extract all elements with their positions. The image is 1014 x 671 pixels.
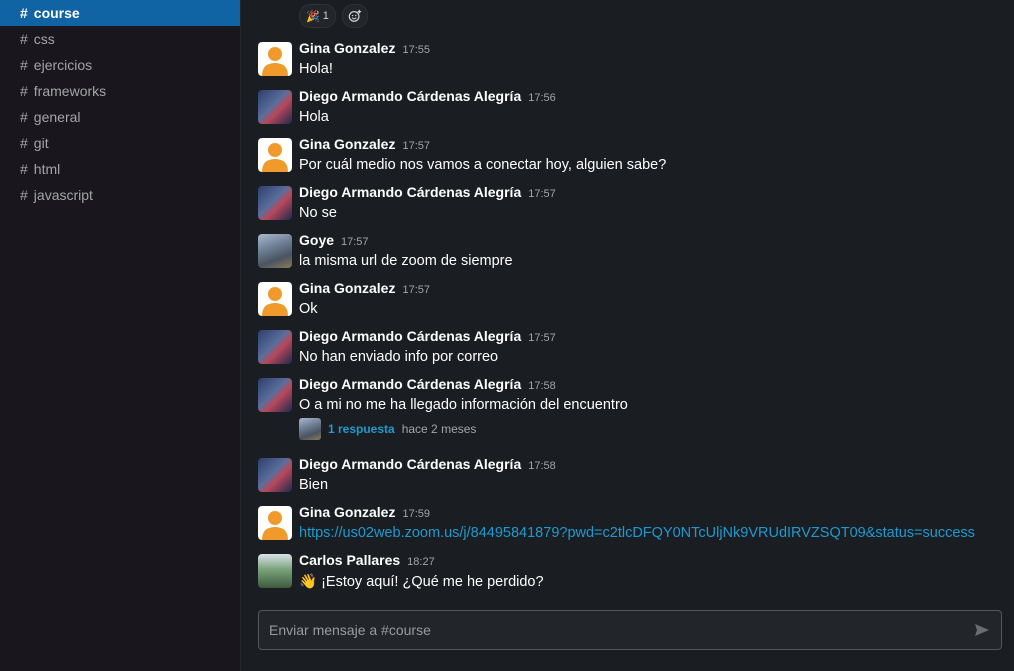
message-text-body: ¡Estoy aquí! ¿Qué me he perdido? (321, 574, 544, 590)
message-composer (258, 610, 1002, 650)
message-text: Hola! (299, 61, 333, 77)
thread-replies-link[interactable]: 1 respuesta hace 2 meses (299, 418, 476, 440)
reaction-bar: 🎉 1 (299, 4, 368, 28)
message-timestamp[interactable]: 17:57 (528, 332, 556, 344)
avatar[interactable] (258, 458, 292, 492)
sidebar-channel-css[interactable]: # css (0, 26, 240, 52)
thread-reply-avatar (299, 418, 321, 440)
avatar[interactable] (258, 378, 292, 412)
sidebar-channel-javascript[interactable]: # javascript (0, 182, 240, 208)
party-popper-icon: 🎉 (306, 10, 320, 23)
channel-label: course (33, 5, 80, 21)
message-author[interactable]: Gina Gonzalez (299, 40, 395, 56)
message-text: Hola (299, 109, 329, 125)
message-author[interactable]: Diego Armando Cárdenas Alegría (299, 184, 521, 200)
avatar[interactable] (258, 506, 292, 540)
message-timestamp[interactable]: 18:27 (407, 556, 435, 568)
default-user-icon (262, 287, 288, 316)
avatar[interactable] (258, 554, 292, 588)
avatar[interactable] (258, 330, 292, 364)
message-author[interactable]: Goye (299, 232, 334, 248)
channel-label: ejercicios (33, 57, 93, 73)
message-author[interactable]: Gina Gonzalez (299, 136, 395, 152)
message-pane: 🎉 1 Gina Gonzalez 17:55 Hola! Diego Arman… (241, 0, 1014, 671)
message-author[interactable]: Diego Armando Cárdenas Alegría (299, 456, 521, 472)
sidebar-channel-course[interactable]: # course (0, 0, 240, 26)
sidebar-channel-frameworks[interactable]: # frameworks (0, 78, 240, 104)
message-timestamp[interactable]: 17:56 (528, 92, 556, 104)
message-author[interactable]: Diego Armando Cárdenas Alegría (299, 88, 521, 104)
channel-label: css (33, 31, 55, 47)
hash-icon: # (20, 109, 28, 125)
avatar[interactable] (258, 282, 292, 316)
hash-icon: # (20, 5, 28, 21)
message-timestamp[interactable]: 17:57 (341, 236, 369, 248)
message-author[interactable]: Diego Armando Cárdenas Alegría (299, 328, 521, 344)
default-user-icon (262, 511, 288, 540)
default-user-icon (262, 143, 288, 172)
avatar[interactable] (258, 138, 292, 172)
message-input[interactable] (267, 611, 961, 649)
zoom-meeting-link[interactable]: https://us02web.zoom.us/j/84495841879?pw… (299, 525, 975, 541)
hash-icon: # (20, 187, 28, 203)
hash-icon: # (20, 161, 28, 177)
message-timestamp[interactable]: 17:57 (402, 140, 430, 152)
sidebar-channel-html[interactable]: # html (0, 156, 240, 182)
add-reaction-icon (348, 9, 361, 22)
reaction-count: 1 (322, 10, 329, 22)
message-text: O a mi no me ha llegado información del … (299, 397, 628, 413)
message-author[interactable]: Gina Gonzalez (299, 280, 395, 296)
avatar[interactable] (258, 234, 292, 268)
hash-icon: # (20, 31, 28, 47)
sidebar-channel-git[interactable]: # git (0, 130, 240, 156)
avatar[interactable] (258, 186, 292, 220)
message-text: Ok (299, 301, 318, 317)
channel-label: frameworks (33, 83, 107, 99)
party-reaction-button[interactable]: 🎉 1 (299, 4, 336, 28)
message-author[interactable]: Carlos Pallares (299, 552, 400, 568)
channel-label: general (33, 109, 81, 125)
channel-label: html (33, 161, 61, 177)
default-user-icon (262, 47, 288, 76)
channel-label: git (33, 135, 49, 151)
message-timestamp[interactable]: 17:58 (528, 460, 556, 472)
send-icon (975, 624, 989, 636)
message-text: Bien (299, 477, 329, 493)
message-timestamp[interactable]: 17:55 (402, 44, 430, 56)
message-timestamp[interactable]: 17:57 (528, 188, 556, 200)
message-text: No han enviado info por correo (299, 349, 499, 365)
avatar[interactable] (258, 42, 292, 76)
message-text: Por cuál medio nos vamos a conectar hoy,… (299, 157, 667, 173)
message-text: 👋 ¡Estoy aquí! ¿Qué me he perdido? (299, 573, 544, 590)
message-author[interactable]: Diego Armando Cárdenas Alegría (299, 376, 521, 392)
send-button[interactable] (973, 621, 991, 639)
message-text: la misma url de zoom de siempre (299, 253, 513, 269)
thread-reply-count[interactable]: 1 respuesta (328, 422, 395, 436)
channel-label: javascript (33, 187, 93, 203)
hash-icon: # (20, 83, 28, 99)
message-text: No se (299, 205, 337, 221)
message-timestamp[interactable]: 17:59 (402, 508, 430, 520)
channel-sidebar: # course # css # ejercicios # frameworks # ge… (0, 0, 241, 671)
message-timestamp[interactable]: 17:58 (528, 380, 556, 392)
sidebar-channel-ejercicios[interactable]: # ejercicios (0, 52, 240, 78)
hash-icon: # (20, 135, 28, 151)
avatar[interactable] (258, 90, 292, 124)
add-reaction-button[interactable] (341, 4, 368, 28)
thread-last-reply-time: hace 2 meses (401, 422, 477, 436)
hash-icon: # (20, 57, 28, 73)
message-author[interactable]: Gina Gonzalez (299, 504, 395, 520)
waving-hand-icon: 👋 (299, 574, 318, 590)
message-timestamp[interactable]: 17:57 (402, 284, 430, 296)
sidebar-channel-general[interactable]: # general (0, 104, 240, 130)
